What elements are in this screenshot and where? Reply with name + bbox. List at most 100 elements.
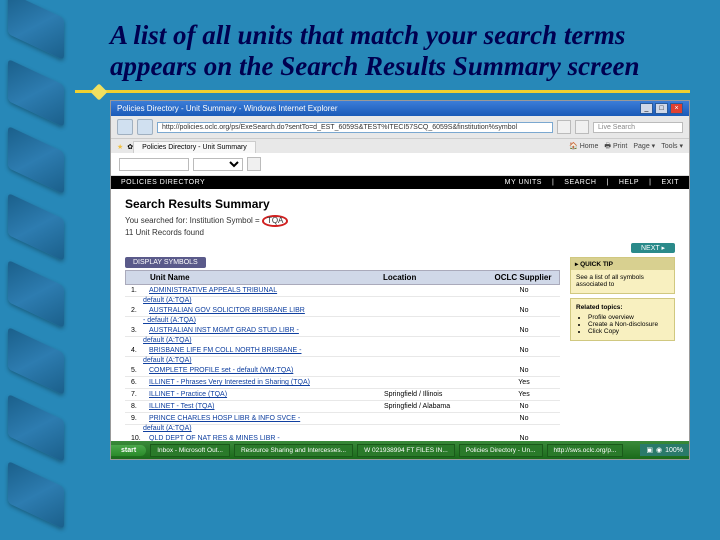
unit-sublink[interactable]: default (A:TQA) <box>143 297 560 305</box>
slide-title: A list of all units that match your sear… <box>110 20 690 82</box>
browser-window: Policies Directory - Unit Summary - Wind… <box>110 100 690 460</box>
unit-supplier: No <box>494 367 554 374</box>
table-row: 3. AUSTRALIAN INST MGMT GRAD STUD LIBR -… <box>125 325 560 337</box>
table-row: 4. BRISBANE LIFE FM COLL NORTH BRISBANE … <box>125 345 560 357</box>
unit-supplier: No <box>494 327 554 334</box>
tray-icon[interactable]: ▣ <box>646 446 653 454</box>
nav-exit[interactable]: EXIT <box>661 179 679 186</box>
col-header-location: Location <box>383 273 493 282</box>
back-button[interactable] <box>117 119 133 135</box>
browser-titlebar: Policies Directory - Unit Summary - Wind… <box>111 101 689 116</box>
tool-tools[interactable]: Tools ▾ <box>661 142 683 153</box>
unit-sublink[interactable]: default (A:TQA) <box>143 357 560 365</box>
quick-tip-text: See a list of all symbols associated to <box>576 274 669 288</box>
quick-tip-header: ▸ QUICK TIP <box>571 258 674 270</box>
results-heading: Search Results Summary <box>125 197 675 211</box>
taskbar-item[interactable]: Policies Directory - Un... <box>459 444 543 457</box>
unit-sublink[interactable]: - default (A:TQA) <box>143 317 560 325</box>
row-num: 7. <box>131 391 149 398</box>
nav-help[interactable]: HELP <box>619 179 639 186</box>
tray-icon[interactable]: ◉ <box>656 446 662 454</box>
app-go-button[interactable] <box>247 157 261 171</box>
system-tray[interactable]: ▣ ◉ 100% <box>640 444 689 456</box>
unit-supplier: Yes <box>494 379 554 386</box>
taskbar-item[interactable]: http://sws.oclc.org/p... <box>547 444 624 457</box>
app-search-input[interactable] <box>119 158 189 171</box>
row-num: 8. <box>131 403 149 410</box>
related-link[interactable]: Profile overview <box>588 314 669 321</box>
display-symbols-button[interactable]: DISPLAY SYMBOLS <box>125 257 206 268</box>
table-row: 9. PRINCE CHARLES HOSP LIBR & INFO SVCE … <box>125 413 560 425</box>
unit-link[interactable]: ILLINET - Test (TQA) <box>149 403 384 410</box>
browser-toolbar: http://policies.oclc.org/ps/ExeSearch.do… <box>111 116 689 139</box>
unit-link[interactable]: BRISBANE LIFE FM COLL NORTH BRISBANE - <box>149 347 384 354</box>
unit-link[interactable]: PRINCE CHARLES HOSP LIBR & INFO SVCE - <box>149 415 384 422</box>
refresh-button[interactable] <box>557 120 571 134</box>
table-row: 8. ILLINET - Test (TQA) Springfield / Al… <box>125 401 560 413</box>
unit-link[interactable]: ADMINISTRATIVE APPEALS TRIBUNAL <box>149 287 384 294</box>
table-row: 5. COMPLETE PROFILE set - default (WM:TQ… <box>125 365 560 377</box>
app-dropdown[interactable] <box>193 158 243 171</box>
related-box: Related topics: Profile overview Create … <box>570 298 675 341</box>
tool-page[interactable]: Page ▾ <box>633 142 655 153</box>
table-row: 7. ILLINET - Practice (TQA) Springfield … <box>125 389 560 401</box>
unit-link[interactable]: ILLINET - Practice (TQA) <box>149 391 384 398</box>
app-brand: POLICIES DIRECTORY <box>121 179 205 186</box>
unit-supplier: No <box>494 347 554 354</box>
row-num: 9. <box>131 415 149 422</box>
tool-home[interactable]: 🏠 Home <box>569 142 598 153</box>
stop-button[interactable] <box>575 120 589 134</box>
spiral-binding-decoration <box>8 0 68 540</box>
start-button[interactable]: start <box>111 445 146 456</box>
unit-location: Springfield / Illinois <box>384 391 494 398</box>
bullet-icon <box>91 84 108 101</box>
unit-supplier: No <box>494 415 554 422</box>
nav-search[interactable]: SEARCH <box>564 179 596 186</box>
close-button[interactable]: × <box>670 103 683 114</box>
minimize-button[interactable]: _ <box>640 103 653 114</box>
records-count: 11 Unit Records found <box>125 228 675 237</box>
unit-link[interactable]: AUSTRALIAN INST MGMT GRAD STUD LIBR - <box>149 327 384 334</box>
taskbar-item[interactable]: Inbox - Microsoft Out... <box>150 444 230 457</box>
unit-sublink[interactable]: default (A:TQA) <box>143 425 560 433</box>
app-toolbar <box>111 153 689 176</box>
tray-text: 100% <box>665 447 683 454</box>
col-header-supplier: OCLC Supplier <box>493 273 553 282</box>
maximize-button[interactable]: □ <box>655 103 668 114</box>
tab-active[interactable]: Policies Directory - Unit Summary <box>133 141 256 153</box>
row-num: 5. <box>131 367 149 374</box>
search-term-highlight: TQA <box>262 215 288 227</box>
table-header: Unit Name Location OCLC Supplier <box>125 270 560 285</box>
related-link[interactable]: Create a Non-disclosure <box>588 321 669 328</box>
nav-my-units[interactable]: MY UNITS <box>505 179 542 186</box>
row-num: 6. <box>131 379 149 386</box>
row-num: 3. <box>131 327 149 334</box>
unit-link[interactable]: AUSTRALIAN GOV SOLICITOR BRISBANE LIBR <box>149 307 384 314</box>
row-num: 2. <box>131 307 149 314</box>
taskbar-item[interactable]: Resource Sharing and Intercesses... <box>234 444 353 457</box>
next-button[interactable]: NEXT ▸ <box>631 243 675 253</box>
related-link[interactable]: Click Copy <box>588 328 669 335</box>
unit-sublink[interactable]: default (A:TQA) <box>143 337 560 345</box>
row-num: 1. <box>131 287 149 294</box>
taskbar-item[interactable]: W 021938994 FT FILES IN... <box>357 444 455 457</box>
table-row: 1. ADMINISTRATIVE APPEALS TRIBUNAL No <box>125 285 560 297</box>
search-input[interactable]: Live Search <box>593 122 683 133</box>
table-row: 2. AUSTRALIAN GOV SOLICITOR BRISBANE LIB… <box>125 305 560 317</box>
unit-link[interactable]: COMPLETE PROFILE set - default (WM:TQA) <box>149 367 384 374</box>
app-nav-bar: POLICIES DIRECTORY MY UNITS | SEARCH | H… <box>111 176 689 189</box>
window-title: Policies Directory - Unit Summary - Wind… <box>117 104 338 113</box>
unit-supplier: No <box>494 287 554 294</box>
favorites-icon[interactable]: ★ <box>117 143 123 151</box>
url-input[interactable]: http://policies.oclc.org/ps/ExeSearch.do… <box>157 122 553 133</box>
tool-print[interactable]: 🖶 Print <box>604 142 627 153</box>
searched-for-text: You searched for: Institution Symbol = T… <box>125 215 675 227</box>
table-row: 6. ILLINET - Phrases Very Interested in … <box>125 377 560 389</box>
related-label: Related topics: <box>576 304 669 311</box>
unit-link[interactable]: ILLINET - Phrases Very Interested in Sha… <box>149 379 384 386</box>
unit-supplier: Yes <box>494 391 554 398</box>
unit-location: Springfield / Alabama <box>384 403 494 410</box>
divider-line <box>75 90 690 93</box>
col-header-name: Unit Name <box>150 273 383 282</box>
forward-button[interactable] <box>137 119 153 135</box>
